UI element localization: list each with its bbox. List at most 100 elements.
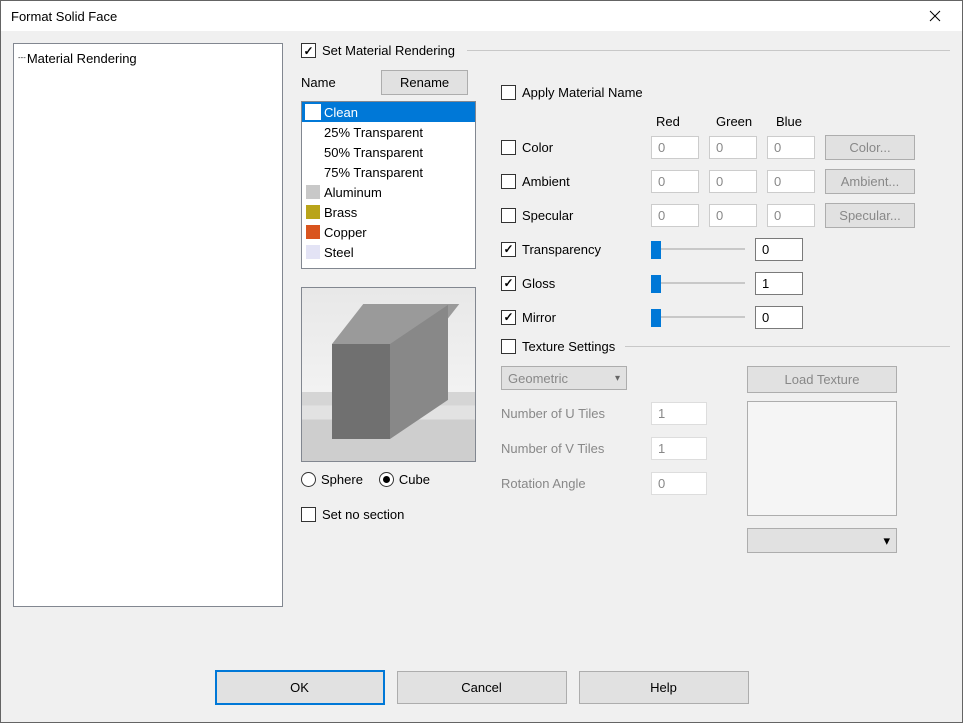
category-tree[interactable]: ┄ Material Rendering xyxy=(13,43,283,607)
main-panel: Set Material Rendering Name Rename Clean… xyxy=(301,43,950,640)
ambient-checkbox[interactable]: Ambient xyxy=(501,174,641,189)
chevron-down-icon: ▾ xyxy=(615,373,620,384)
material-item-aluminum[interactable]: Aluminum xyxy=(302,182,475,202)
checkbox-icon xyxy=(501,174,516,189)
rotation-label: Rotation Angle xyxy=(501,476,651,491)
checkbox-icon xyxy=(501,310,516,325)
tree-connector: ┄ xyxy=(18,50,25,66)
close-icon xyxy=(929,10,941,22)
swatch-icon xyxy=(306,125,320,139)
divider xyxy=(625,346,950,347)
swatch-icon xyxy=(306,105,320,119)
ambient-row: Ambient Ambient... xyxy=(501,169,950,193)
ambient-green-input[interactable] xyxy=(709,170,757,193)
ambient-picker-button[interactable]: Ambient... xyxy=(825,169,915,194)
dialog-body: ┄ Material Rendering Set Material Render… xyxy=(1,31,962,652)
gloss-slider[interactable] xyxy=(651,273,745,293)
swatch-icon xyxy=(306,225,320,239)
specular-row: Specular Specular... xyxy=(501,203,950,227)
ok-button[interactable]: OK xyxy=(215,670,385,705)
apply-material-name-checkbox[interactable]: Apply Material Name xyxy=(501,85,950,100)
material-item-clean[interactable]: Clean xyxy=(302,102,475,122)
swatch-icon xyxy=(306,145,320,159)
title-bar: Format Solid Face xyxy=(1,1,962,31)
material-listbox[interactable]: Clean 25% Transparent 50% Transparent 75… xyxy=(301,101,476,269)
dialog-footer: OK Cancel Help xyxy=(1,652,962,722)
mirror-row: Mirror xyxy=(501,305,950,329)
material-item-copper[interactable]: Copper xyxy=(302,222,475,242)
checkbox-icon xyxy=(501,339,516,354)
cube-front-face xyxy=(332,344,390,439)
material-preview xyxy=(301,287,476,462)
blue-header: Blue xyxy=(776,114,824,129)
material-item-brass[interactable]: Brass xyxy=(302,202,475,222)
tree-item-material-rendering[interactable]: ┄ Material Rendering xyxy=(18,50,278,66)
properties-column: Apply Material Name Red Green Blue Color… xyxy=(501,43,950,553)
material-item-steel[interactable]: Steel xyxy=(302,242,475,262)
sphere-radio[interactable]: Sphere xyxy=(301,472,363,487)
u-tiles-label: Number of U Tiles xyxy=(501,406,651,421)
rename-button[interactable]: Rename xyxy=(381,70,468,95)
texture-type-combo[interactable]: Geometric ▾ xyxy=(501,366,627,390)
material-item-75[interactable]: 75% Transparent xyxy=(302,162,475,182)
window-title: Format Solid Face xyxy=(11,9,918,24)
tree-item-label: Material Rendering xyxy=(27,51,137,66)
specular-checkbox[interactable]: Specular xyxy=(501,208,641,223)
rotation-input[interactable] xyxy=(651,472,707,495)
specular-red-input[interactable] xyxy=(651,204,699,227)
material-item-25[interactable]: 25% Transparent xyxy=(302,122,475,142)
help-button[interactable]: Help xyxy=(579,671,749,704)
swatch-icon xyxy=(306,205,320,219)
chevron-down-icon: ▾ xyxy=(883,533,890,549)
texture-preview xyxy=(747,401,897,516)
transparency-slider[interactable] xyxy=(651,239,745,259)
load-texture-button[interactable]: Load Texture xyxy=(747,366,897,393)
checkbox-icon xyxy=(501,208,516,223)
gloss-input[interactable] xyxy=(755,272,803,295)
set-material-checkbox[interactable]: Set Material Rendering xyxy=(301,43,455,58)
specular-blue-input[interactable] xyxy=(767,204,815,227)
texture-settings-checkbox[interactable]: Texture Settings xyxy=(501,339,615,354)
texture-file-combo[interactable]: ▾ xyxy=(747,528,897,553)
radio-icon xyxy=(379,472,394,487)
gloss-row: Gloss xyxy=(501,271,950,295)
texture-section: Texture Settings Geometric ▾ Number of U… xyxy=(501,339,950,553)
swatch-icon xyxy=(306,245,320,259)
gloss-checkbox[interactable]: Gloss xyxy=(501,276,641,291)
checkbox-icon xyxy=(301,507,316,522)
swatch-icon xyxy=(306,165,320,179)
ambient-blue-input[interactable] xyxy=(767,170,815,193)
mirror-input[interactable] xyxy=(755,306,803,329)
cube-radio[interactable]: Cube xyxy=(379,472,430,487)
swatch-icon xyxy=(306,185,320,199)
set-material-label: Set Material Rendering xyxy=(322,43,455,58)
cancel-button[interactable]: Cancel xyxy=(397,671,567,704)
v-tiles-label: Number of V Tiles xyxy=(501,441,651,456)
checkbox-icon xyxy=(501,242,516,257)
dialog-window: Format Solid Face ┄ Material Rendering S… xyxy=(0,0,963,723)
v-tiles-input[interactable] xyxy=(651,437,707,460)
color-blue-input[interactable] xyxy=(767,136,815,159)
color-picker-button[interactable]: Color... xyxy=(825,135,915,160)
color-row: Color Color... xyxy=(501,135,950,159)
close-button[interactable] xyxy=(918,4,952,28)
mirror-slider[interactable] xyxy=(651,307,745,327)
transparency-input[interactable] xyxy=(755,238,803,261)
specular-green-input[interactable] xyxy=(709,204,757,227)
ambient-red-input[interactable] xyxy=(651,170,699,193)
u-tiles-input[interactable] xyxy=(651,402,707,425)
checkbox-icon xyxy=(501,85,516,100)
transparency-checkbox[interactable]: Transparency xyxy=(501,242,641,257)
color-checkbox[interactable]: Color xyxy=(501,140,641,155)
specular-picker-button[interactable]: Specular... xyxy=(825,203,915,228)
color-green-input[interactable] xyxy=(709,136,757,159)
transparency-row: Transparency xyxy=(501,237,950,261)
green-header: Green xyxy=(716,114,764,129)
color-red-input[interactable] xyxy=(651,136,699,159)
material-item-50[interactable]: 50% Transparent xyxy=(302,142,475,162)
mirror-checkbox[interactable]: Mirror xyxy=(501,310,641,325)
name-label: Name xyxy=(301,75,371,90)
checkbox-icon xyxy=(501,140,516,155)
checkbox-icon xyxy=(301,43,316,58)
radio-icon xyxy=(301,472,316,487)
